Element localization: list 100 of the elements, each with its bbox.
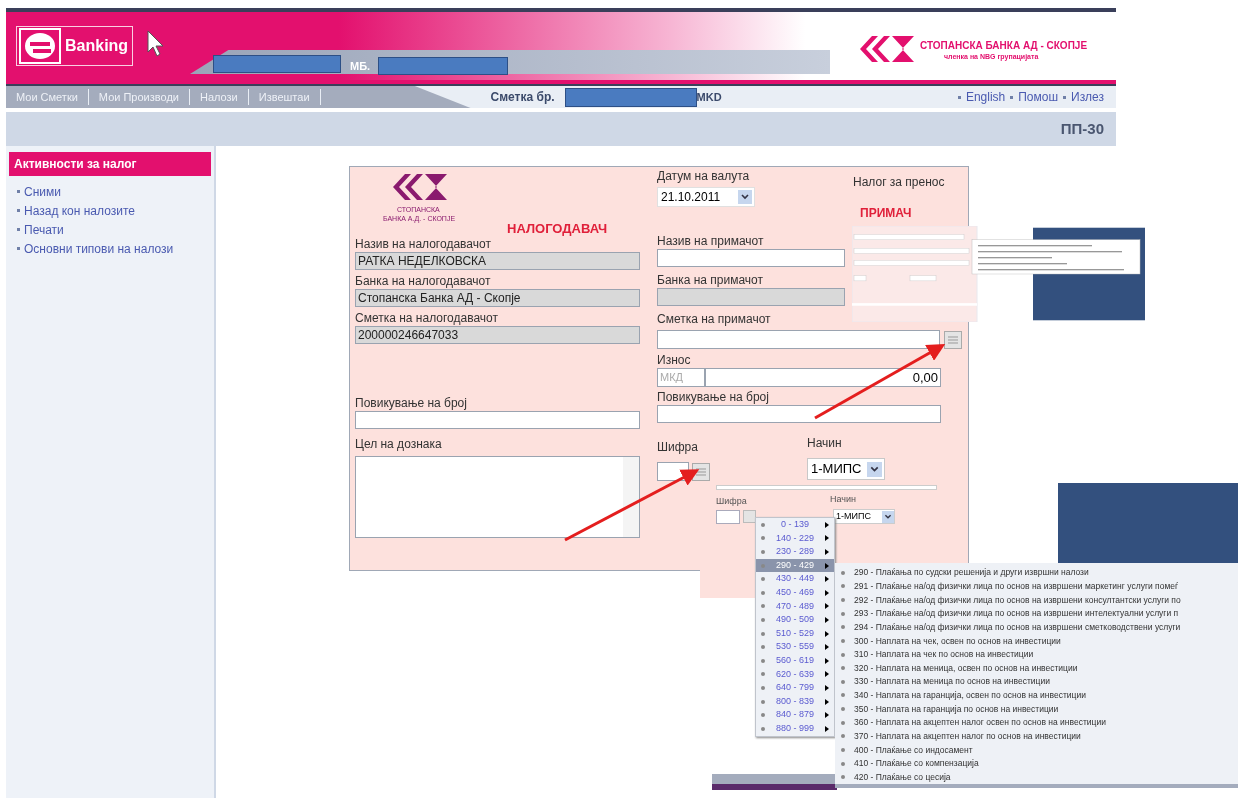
- bullet-icon: [17, 228, 20, 231]
- bullet-icon: [761, 604, 765, 609]
- caret-icon: [867, 461, 882, 477]
- menu-item[interactable]: 350 - Наплата на гаранција по основ на инвестиции: [854, 702, 1059, 716]
- bullet-icon: [841, 652, 845, 657]
- text-area[interactable]: [355, 456, 640, 538]
- sidebar-link[interactable]: Основни типови на налози: [24, 239, 174, 258]
- bullet-icon: [841, 679, 845, 684]
- field-label: Назив на налогодавачот: [355, 237, 491, 252]
- bullet-icon: [841, 598, 845, 603]
- bullet-icon: [841, 693, 845, 698]
- sidebar-title: Активности за налог: [9, 152, 211, 176]
- payer-heading: НАЛОГОДАВАЧ: [507, 220, 608, 238]
- bullet-icon: [761, 713, 765, 718]
- method-dropdown[interactable]: 1-МИПС: [833, 509, 895, 524]
- menu-item[interactable]: 470 - 489: [756, 599, 834, 614]
- menu-item[interactable]: 360 - Наплата на акцептен налог освен по основ на инвестиции: [854, 716, 1106, 730]
- menu-item[interactable]: 490 - 509: [756, 613, 834, 627]
- menu-item[interactable]: 230 - 289: [756, 545, 834, 559]
- method-dropdown[interactable]: 1-МИПС: [807, 458, 885, 480]
- field-label: Банка на примачот: [657, 272, 764, 288]
- amount-field[interactable]: 0,00: [705, 368, 941, 387]
- menu-item[interactable]: 330 - Наплата на меница по основ на инвестиции: [854, 675, 1050, 689]
- bullet-icon: [841, 625, 845, 630]
- bank-logo-icon: [390, 172, 450, 202]
- menu-item[interactable]: 290 - Плаќања по судски решенија и други извршни налози: [854, 566, 1089, 580]
- bullet-icon: [841, 775, 845, 780]
- menu-item[interactable]: 620 - 639: [756, 667, 834, 682]
- menu-item[interactable]: 370 - Наплата на акцептен налог по основ на инвестиции: [854, 729, 1081, 743]
- bullet-icon: [761, 658, 765, 663]
- header-link[interactable]: English: [965, 88, 1006, 106]
- menu-item[interactable]: 410 - Плаќање со компензација: [854, 757, 979, 770]
- header-link[interactable]: Излез: [1071, 88, 1104, 106]
- bank-name: СТОПАНСКА БАНКА АД - СКОПЈЕ: [920, 39, 1088, 53]
- sidebar-link[interactable]: Печати: [24, 220, 64, 239]
- bullet-icon: [761, 577, 765, 582]
- input-field[interactable]: [657, 330, 941, 349]
- input-field[interactable]: [355, 411, 640, 429]
- menu-item[interactable]: 310 - Наплата на чек по основ на инвестиции: [854, 648, 1034, 661]
- sidebar-link[interactable]: Назад кон налозите: [24, 201, 135, 220]
- menu-item[interactable]: 140 - 229: [756, 531, 834, 546]
- bullet-icon: [841, 720, 845, 725]
- submenu-arrow-icon: [825, 549, 829, 555]
- bullet-icon: [761, 522, 765, 527]
- list-icon: [696, 467, 706, 476]
- menu-item[interactable]: 450 - 469: [756, 585, 834, 600]
- field-label: Начин: [807, 435, 843, 452]
- brand-name: Banking: [65, 36, 129, 56]
- field-label: Шифра: [716, 495, 747, 508]
- input-field[interactable]: [657, 405, 941, 423]
- menu-item[interactable]: 340 - Наплата на гаранција, освен по основ на инвестиции: [854, 689, 1086, 702]
- field-label: Повикување на број: [355, 396, 468, 411]
- bullet-icon: [841, 734, 845, 739]
- menu-item[interactable]: 420 - Плаќање со цесија: [854, 770, 951, 784]
- date-dropdown[interactable]: 21.10.2011: [657, 187, 755, 207]
- bullet-icon: [17, 209, 20, 212]
- menu-item[interactable]: 800 - 839: [756, 694, 834, 709]
- account-label: Сметка бр.: [490, 89, 555, 106]
- menu-item[interactable]: 400 - Плаќање со индосамент: [854, 743, 973, 757]
- payee-heading: ПРИМАЧ: [860, 207, 912, 219]
- bullet-icon: [1063, 95, 1067, 99]
- input-field[interactable]: [716, 510, 740, 524]
- bullet-icon: [17, 190, 20, 193]
- sidebar-link[interactable]: Сними: [24, 182, 61, 201]
- order-type-label: Налог за пренос: [853, 174, 945, 191]
- menu-item[interactable]: 430 - 449: [756, 572, 834, 586]
- bullet-icon: [761, 672, 765, 677]
- list-icon: [948, 335, 958, 344]
- lookup-button[interactable]: [944, 330, 962, 349]
- menu-item[interactable]: 840 - 879: [756, 708, 834, 722]
- menu-item[interactable]: 291 - Плаќање на/од физички лица по основ на извршени маркетинг услуги помеѓ: [854, 580, 1179, 593]
- bullet-icon: [761, 590, 765, 595]
- menu-item[interactable]: 294 - Плаќање на/од физички лица по основ на извршени сметководствени услуги: [854, 620, 1181, 634]
- field-label: Сметка на примачот: [657, 311, 771, 327]
- menu-item[interactable]: 300 - Наплата на чек, освен по основ на инвестиции: [854, 634, 1061, 648]
- input-field[interactable]: [657, 249, 845, 267]
- menu-item[interactable]: 292 - Плаќање на/од физички лица по основ на извршени консултантски услуги по: [854, 593, 1181, 607]
- field-label: Шифра: [657, 439, 699, 456]
- menu-item[interactable]: 530 - 559: [756, 640, 834, 654]
- menu-item[interactable]: 510 - 529: [756, 626, 834, 641]
- field-label: Назив на примачот: [657, 233, 764, 249]
- menu-item[interactable]: 640 - 799: [756, 681, 834, 695]
- menu-item[interactable]: 320 - Наплата на меница, освен по основ на инвестиции: [854, 661, 1078, 675]
- menu-item[interactable]: 293 - Плаќање на/од физички лица по основ на извршени интелектуални услуги п: [854, 607, 1179, 621]
- field-label: Сметка на налогодавачот: [355, 311, 498, 326]
- caret-icon: [882, 510, 894, 523]
- bullet-icon: [761, 685, 765, 690]
- bullet-icon: [841, 707, 845, 712]
- field-label: Цел на дознака: [355, 437, 443, 452]
- menu-item[interactable]: 880 - 999: [756, 721, 834, 736]
- menu-item[interactable]: 0 - 139: [756, 518, 834, 532]
- menu-item[interactable]: 560 - 619: [756, 653, 834, 668]
- menu-item[interactable]: 290 - 429: [756, 558, 834, 573]
- field-label: Износ: [657, 352, 691, 368]
- caret-icon: [738, 190, 752, 204]
- bullet-icon: [957, 95, 961, 99]
- bullet-icon: [841, 666, 845, 671]
- field-label: Датум на валута: [657, 169, 750, 184]
- header-link[interactable]: Помош: [1018, 88, 1059, 106]
- field-label: Повикување на број: [657, 389, 769, 405]
